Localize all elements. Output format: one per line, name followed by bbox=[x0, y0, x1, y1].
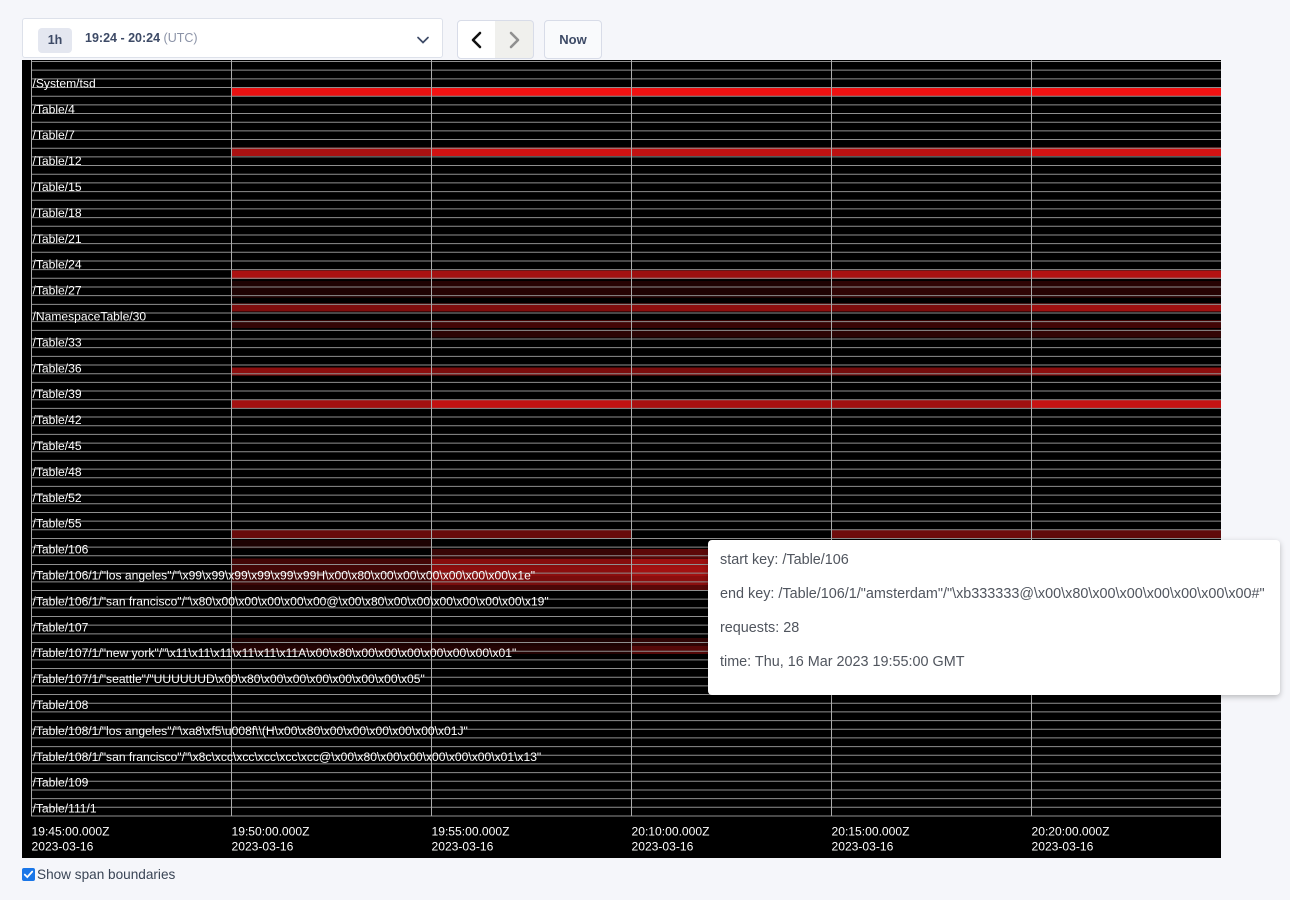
svg-text:/Table/108: /Table/108 bbox=[33, 698, 89, 712]
svg-text:/Table/108/1/"los angeles"/"\x: /Table/108/1/"los angeles"/"\xa8\xf5\u00… bbox=[33, 724, 468, 738]
svg-text:/Table/45: /Table/45 bbox=[33, 439, 82, 453]
svg-text:19:45:00.000Z: 19:45:00.000Z bbox=[32, 825, 111, 839]
svg-text:/Table/24: /Table/24 bbox=[33, 258, 82, 272]
svg-text:/Table/55: /Table/55 bbox=[33, 517, 82, 531]
svg-text:20:15:00.000Z: 20:15:00.000Z bbox=[832, 825, 911, 839]
svg-text:/Table/107: /Table/107 bbox=[33, 620, 89, 634]
svg-text:/Table/48: /Table/48 bbox=[33, 465, 82, 479]
svg-text:/Table/111/1: /Table/111/1 bbox=[33, 802, 97, 816]
svg-text:/Table/52: /Table/52 bbox=[33, 491, 82, 505]
svg-text:/Table/7: /Table/7 bbox=[33, 128, 76, 142]
svg-text:/NamespaceTable/30: /NamespaceTable/30 bbox=[33, 310, 147, 324]
svg-text:/Table/106: /Table/106 bbox=[33, 543, 89, 557]
svg-text:2023-03-16: 2023-03-16 bbox=[1032, 840, 1094, 854]
svg-text:2023-03-16: 2023-03-16 bbox=[632, 840, 694, 854]
svg-text:/Table/106/1/"los angeles"/"\x: /Table/106/1/"los angeles"/"\x99\x99\x99… bbox=[33, 569, 536, 583]
svg-text:2023-03-16: 2023-03-16 bbox=[432, 840, 494, 854]
svg-text:/Table/15: /Table/15 bbox=[33, 180, 82, 194]
svg-text:20:20:00.000Z: 20:20:00.000Z bbox=[1032, 825, 1111, 839]
svg-text:/System/tsd: /System/tsd bbox=[33, 76, 96, 90]
svg-text:/Table/12: /Table/12 bbox=[33, 154, 82, 168]
svg-text:19:50:00.000Z: 19:50:00.000Z bbox=[232, 825, 311, 839]
svg-text:20:10:00.000Z: 20:10:00.000Z bbox=[632, 825, 711, 839]
svg-text:/Table/107/1/"seattle"/"UUUUUU: /Table/107/1/"seattle"/"UUUUUUD\x00\x80\… bbox=[33, 672, 425, 686]
svg-text:19:55:00.000Z: 19:55:00.000Z bbox=[432, 825, 511, 839]
svg-text:/Table/106/1/"san francisco"/": /Table/106/1/"san francisco"/"\x80\x00\x… bbox=[33, 594, 549, 608]
svg-text:/Table/39: /Table/39 bbox=[33, 387, 82, 401]
svg-text:/Table/18: /Table/18 bbox=[33, 206, 82, 220]
svg-text:/Table/109: /Table/109 bbox=[33, 776, 89, 790]
svg-text:/Table/33: /Table/33 bbox=[33, 335, 82, 349]
svg-text:/Table/21: /Table/21 bbox=[33, 232, 82, 246]
svg-text:2023-03-16: 2023-03-16 bbox=[232, 840, 294, 854]
svg-text:2023-03-16: 2023-03-16 bbox=[832, 840, 894, 854]
svg-text:/Table/4: /Table/4 bbox=[33, 102, 76, 116]
svg-text:2023-03-16: 2023-03-16 bbox=[32, 840, 94, 854]
svg-text:/Table/108/1/"san francisco"/": /Table/108/1/"san francisco"/"\x8c\xcc\x… bbox=[33, 750, 542, 764]
svg-text:/Table/42: /Table/42 bbox=[33, 413, 82, 427]
svg-text:/Table/27: /Table/27 bbox=[33, 284, 82, 298]
svg-text:/Table/36: /Table/36 bbox=[33, 361, 82, 375]
svg-text:/Table/107/1/"new york"/"\x11\: /Table/107/1/"new york"/"\x11\x11\x11\x1… bbox=[33, 646, 517, 660]
